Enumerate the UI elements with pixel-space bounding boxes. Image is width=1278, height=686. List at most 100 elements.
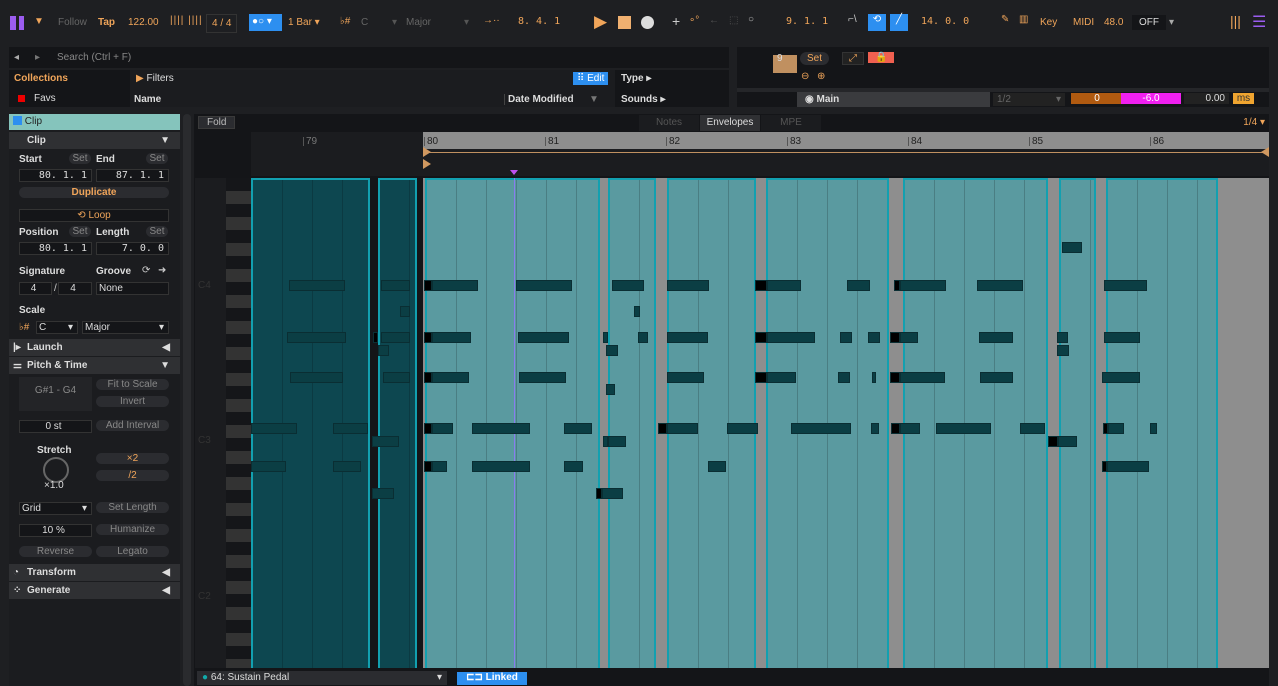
groove-dropdown[interactable]: None [96,282,169,295]
midi-note[interactable] [432,372,469,383]
play-button[interactable]: ▶ [594,12,607,32]
midi-note[interactable] [890,332,900,343]
midi-note[interactable] [638,332,648,343]
loop-start-field[interactable]: 9. 1. 1 [786,16,828,27]
end-field[interactable]: 87. 1. 1 [96,169,169,182]
stop-button[interactable] [618,16,631,29]
type-filter[interactable]: Type ▸ [621,73,651,84]
midi-note[interactable] [516,280,572,291]
pedal-region[interactable] [608,178,656,668]
signature-denominator[interactable]: 4 [58,282,92,295]
set-button[interactable]: Set [800,52,830,65]
input-dropdown[interactable]: 1/2 ▾ [993,93,1065,106]
midi-note[interactable] [518,332,569,343]
generate-section-header[interactable]: ⁘ Generate ◀ [9,582,180,599]
loop-start-marker-icon[interactable] [423,147,431,157]
midi-note[interactable] [727,423,758,434]
position-field[interactable]: 80. 1. 1 [19,242,92,255]
signature-numerator[interactable]: 4 [19,282,52,295]
loop-button[interactable]: ⟲ Loop [19,209,169,222]
midi-note[interactable] [872,372,876,383]
midi-note[interactable] [333,423,368,434]
midi-note[interactable] [400,306,410,317]
midi-note[interactable] [251,461,286,472]
keyboard-icon[interactable]: ▥ [1019,14,1028,25]
midi-note[interactable] [606,345,618,356]
midi-note[interactable] [1062,242,1082,253]
arrangement-position[interactable]: 8. 4. 1 [518,16,560,27]
delay-field[interactable]: 0.00 [1184,93,1229,104]
loop-end-marker-icon[interactable] [1261,147,1269,157]
midi-note[interactable] [708,461,726,472]
automation-arm-icon[interactable]: ∘° [689,15,699,26]
midi-note[interactable] [1104,280,1147,291]
signature-field[interactable]: 4 / 4 [206,14,238,33]
midi-note[interactable] [432,461,447,472]
midi-note[interactable] [372,488,394,499]
midi-note[interactable] [667,280,709,291]
midi-note[interactable] [1150,423,1157,434]
midi-note[interactable] [868,332,880,343]
midi-note[interactable] [667,423,698,434]
position-set-button[interactable]: Set [69,226,91,237]
edit-button[interactable]: ⠿ Edit [573,72,609,85]
midi-note[interactable] [424,461,432,472]
start-marker-icon[interactable] [423,159,431,169]
tempo-field[interactable]: 122.00 [128,17,159,28]
midi-note[interactable] [519,372,566,383]
forward-icon[interactable]: ▸ [35,52,40,63]
midi-note[interactable] [1104,332,1140,343]
length-field[interactable]: 7. 0. 0 [96,242,169,255]
transpose-field[interactable]: 0 st [19,420,92,433]
midi-note[interactable] [755,332,767,343]
midi-note[interactable] [1107,461,1149,472]
grid-setting[interactable]: 1/4 ▾ [1243,117,1265,128]
midi-note[interactable] [432,423,453,434]
midi-note[interactable] [606,384,615,395]
midi-note[interactable] [472,423,530,434]
stretch-double-button[interactable]: ×2 [96,453,169,464]
midi-note[interactable] [612,280,644,291]
midi-note[interactable] [424,280,432,291]
midi-note[interactable] [333,461,361,472]
add-icon[interactable]: + [672,13,680,29]
root-dropdown[interactable]: C [361,17,368,28]
midi-note[interactable] [383,372,410,383]
midi-note[interactable] [1020,423,1045,434]
legato-button[interactable]: Legato [96,546,169,557]
groove-hot-swap-icon[interactable]: ⟳ [142,265,150,276]
midi-note[interactable] [667,332,708,343]
midi-note[interactable] [755,280,767,291]
session-record-icon[interactable]: ○ [748,14,754,25]
midi-note[interactable] [900,280,946,291]
follow-arrow-icon[interactable]: →·· [483,15,500,26]
midi-note[interactable] [1057,345,1069,356]
midi-note[interactable] [251,423,297,434]
midi-note[interactable] [936,423,991,434]
filters-toggle[interactable]: ▶ Filters [136,73,174,84]
midi-note[interactable] [381,332,410,343]
midi-note[interactable] [602,488,623,499]
midi-note[interactable] [289,280,345,291]
nudge-icons[interactable]: |||| |||| [170,15,203,26]
midi-note[interactable] [767,372,796,383]
midi-note[interactable] [372,436,399,447]
start-field[interactable]: 80. 1. 1 [19,169,92,182]
midi-note[interactable] [1048,436,1058,447]
midi-note[interactable] [1108,423,1124,434]
midi-note[interactable] [603,332,608,343]
midi-note[interactable] [472,461,530,472]
launch-section-header[interactable]: |▸ Launch ◀ [9,339,180,356]
envelope-chooser[interactable]: ● 64: Sustain Pedal ▾ [197,671,447,685]
midi-note[interactable] [840,332,852,343]
scale-dropdown[interactable]: Major ▾ [82,321,169,334]
scale-dropdown[interactable]: Major [406,17,431,28]
midi-note[interactable] [1057,332,1068,343]
search-input[interactable]: Search (Ctrl + F) [57,52,131,63]
expand-button[interactable]: ⤢ [842,52,864,65]
punch-out-button[interactable]: ╱ [890,14,908,31]
midi-note[interactable] [424,332,432,343]
end-set-button[interactable]: Set [146,153,168,164]
arrangement-view-icon[interactable]: ||| [1230,13,1241,29]
invert-button[interactable]: Invert [96,396,169,407]
